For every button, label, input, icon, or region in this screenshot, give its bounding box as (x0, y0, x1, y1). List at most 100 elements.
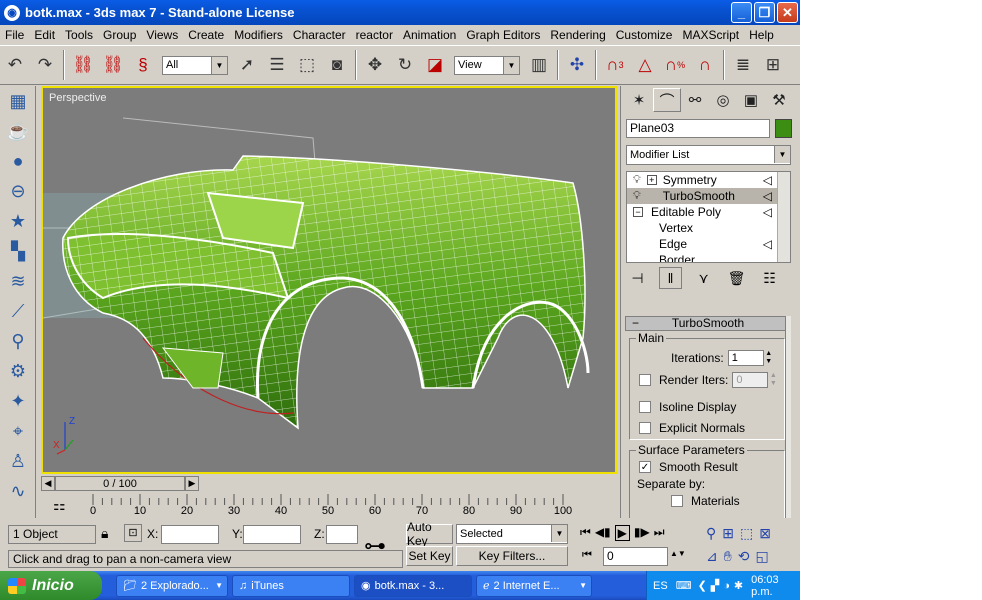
zoom-icon[interactable]: ⚲ (706, 525, 716, 542)
hierarchy-tab-icon[interactable]: ⚯ (681, 88, 709, 112)
menu-graph-editors[interactable]: Graph Editors (461, 28, 545, 42)
menu-group[interactable]: Group (98, 28, 141, 42)
helper-icon[interactable]: ♙ (0, 446, 36, 476)
show-end-result-icon[interactable]: ◁ (763, 237, 772, 251)
time-prev-icon[interactable]: ◀ (41, 476, 55, 491)
render-iters-checkbox[interactable] (639, 374, 651, 386)
move-icon[interactable]: ✥ (361, 51, 389, 79)
smooth-result-checkbox[interactable]: ✓ (639, 461, 651, 473)
zoom-extents-icon[interactable]: ⬚ (740, 525, 753, 542)
language-indicator[interactable]: ES (653, 580, 668, 592)
spinner-icon[interactable]: ▲▼ (670, 549, 686, 558)
motion-tab-icon[interactable]: ◎ (709, 88, 737, 112)
create-tab-icon[interactable]: ✶ (625, 88, 653, 112)
light-icon[interactable]: ✦ (0, 386, 36, 416)
perspective-viewport[interactable]: Perspective Z X (41, 86, 617, 474)
object-name-field[interactable]: Plane03 (626, 119, 770, 138)
zoom-extents-all-icon[interactable]: ⊠ (759, 525, 771, 542)
y-coordinate-field[interactable] (243, 525, 301, 544)
make-unique-icon[interactable]: ⋎ (692, 267, 715, 289)
restore-button[interactable]: ❐ (754, 2, 775, 23)
track-bar[interactable]: 0 10 20 30 40 50 60 70 80 90 100 ⚏ (41, 494, 617, 520)
lock-icon[interactable]: 🔒︎ (101, 525, 108, 542)
tray-app-icon[interactable]: ▞ (711, 579, 719, 592)
x-coordinate-field[interactable] (161, 525, 219, 544)
taskbar-item-explorer[interactable]: 📁︎ 2 Explorado... ▼ (116, 574, 228, 597)
sphere-icon[interactable]: ● (0, 146, 36, 176)
box-icon[interactable]: ▦ (0, 86, 36, 116)
key-filters-button[interactable]: Key Filters... (456, 546, 568, 566)
object-color-swatch[interactable] (775, 119, 792, 138)
bulb-icon[interactable]: 💡︎ (633, 190, 641, 203)
rectangular-selection-icon[interactable]: ⬚ (293, 51, 321, 79)
align-icon[interactable]: ⊞ (759, 51, 787, 79)
undo-icon[interactable]: ↶ (1, 51, 29, 79)
angle-snap-icon[interactable]: ∩ 3 (601, 51, 629, 79)
cylinder-icon[interactable]: ⊖ (0, 176, 36, 206)
maximize-viewport-icon[interactable]: ◱ (755, 548, 768, 565)
unlink-icon[interactable]: ⛓ (99, 51, 127, 79)
pivot-center-icon[interactable]: ▥ (525, 51, 553, 79)
menu-maxscript[interactable]: MAXScript (677, 28, 744, 42)
key-mode-toggle-icon[interactable]: ⏮ (582, 549, 592, 562)
bind-space-warp-icon[interactable]: § (129, 51, 157, 79)
show-end-result-icon[interactable]: ◁ (763, 189, 772, 203)
wave-icon[interactable]: ∿ (0, 476, 36, 506)
gear-icon[interactable]: ⚙ (0, 356, 36, 386)
collapse-icon[interactable]: − (633, 207, 643, 217)
percent-snap-icon[interactable]: ∩% (661, 51, 689, 79)
magnifier-icon[interactable]: ⚲ (0, 326, 36, 356)
arc-rotate-icon[interactable]: ⟲ (738, 548, 750, 565)
stack-item-editable-poly[interactable]: − Editable Poly ◁ (627, 204, 790, 220)
go-to-end-icon[interactable]: ⏭ (654, 525, 665, 541)
menu-character[interactable]: Character (288, 28, 351, 42)
bluetooth-icon[interactable]: ✱ (734, 579, 743, 592)
stack-item-edge[interactable]: Edge ◁ (627, 236, 790, 252)
pan-icon[interactable]: ✋︎ (724, 548, 732, 565)
start-button[interactable]: Inicio (0, 571, 102, 600)
reference-coordinate-dropdown[interactable]: View ▼ (454, 55, 520, 75)
selection-filter-dropdown[interactable]: All ▼ (162, 55, 228, 75)
rotate-icon[interactable]: ↻ (391, 51, 419, 79)
menu-edit[interactable]: Edit (29, 28, 60, 42)
menu-views[interactable]: Views (141, 28, 183, 42)
materials-checkbox[interactable] (671, 495, 683, 507)
modify-tab-icon[interactable]: ⌒ (653, 88, 681, 112)
expand-icon[interactable]: + (646, 175, 657, 185)
menu-animation[interactable]: Animation (398, 28, 461, 42)
menu-help[interactable]: Help (744, 28, 779, 42)
rollout-header[interactable]: − TurboSmooth (625, 316, 791, 331)
rollout-scrollbar[interactable] (785, 316, 791, 518)
checker-icon[interactable]: ▚ (0, 236, 36, 266)
go-to-start-icon[interactable]: ⏮ (580, 525, 591, 541)
mirror-icon[interactable]: △ (631, 51, 659, 79)
bulb-icon[interactable]: 💡︎ (633, 174, 641, 187)
show-end-result-icon[interactable]: ◁ (763, 173, 772, 187)
absolute-mode-icon[interactable]: ⊡ (124, 524, 142, 542)
zoom-all-icon[interactable]: ⊞ (722, 525, 734, 542)
modifier-list-dropdown[interactable]: Modifier List ▼ (626, 145, 791, 165)
stack-item-border[interactable]: Border (627, 252, 790, 262)
scale-icon[interactable]: ◪ (421, 51, 449, 79)
next-frame-icon[interactable]: ▮▶ (634, 525, 650, 541)
spring-icon[interactable]: ≋ (0, 266, 36, 296)
time-slider[interactable]: 0 / 100 (55, 476, 185, 491)
stack-scrollbar[interactable] (777, 172, 790, 262)
edit-named-selections-icon[interactable]: ≣ (729, 51, 757, 79)
camera-icon[interactable]: ⌖ (0, 416, 36, 446)
star-icon[interactable]: ★ (0, 206, 36, 236)
wand-icon[interactable]: ⟋ (0, 296, 36, 326)
redo-icon[interactable]: ↷ (31, 51, 59, 79)
explicit-normals-checkbox[interactable] (639, 422, 651, 434)
isoline-display-checkbox[interactable] (639, 401, 651, 413)
select-object-icon[interactable]: ➚ (233, 51, 261, 79)
taskbar-item-internet-explorer[interactable]: ℯ 2 Internet E... ▼ (476, 574, 592, 597)
menu-tools[interactable]: Tools (60, 28, 98, 42)
show-end-result-icon[interactable]: ◁ (763, 205, 772, 219)
stack-item-turbosmooth[interactable]: 💡︎ TurboSmooth ◁ (627, 188, 790, 204)
window-crossing-icon[interactable]: ◙ (323, 51, 351, 79)
iterations-spinner[interactable]: 1 (727, 350, 764, 366)
pin-stack-icon[interactable]: ⊣ (626, 267, 649, 289)
current-frame-field[interactable]: 0 (603, 547, 668, 566)
utilities-tab-icon[interactable]: ⚒ (765, 88, 793, 112)
